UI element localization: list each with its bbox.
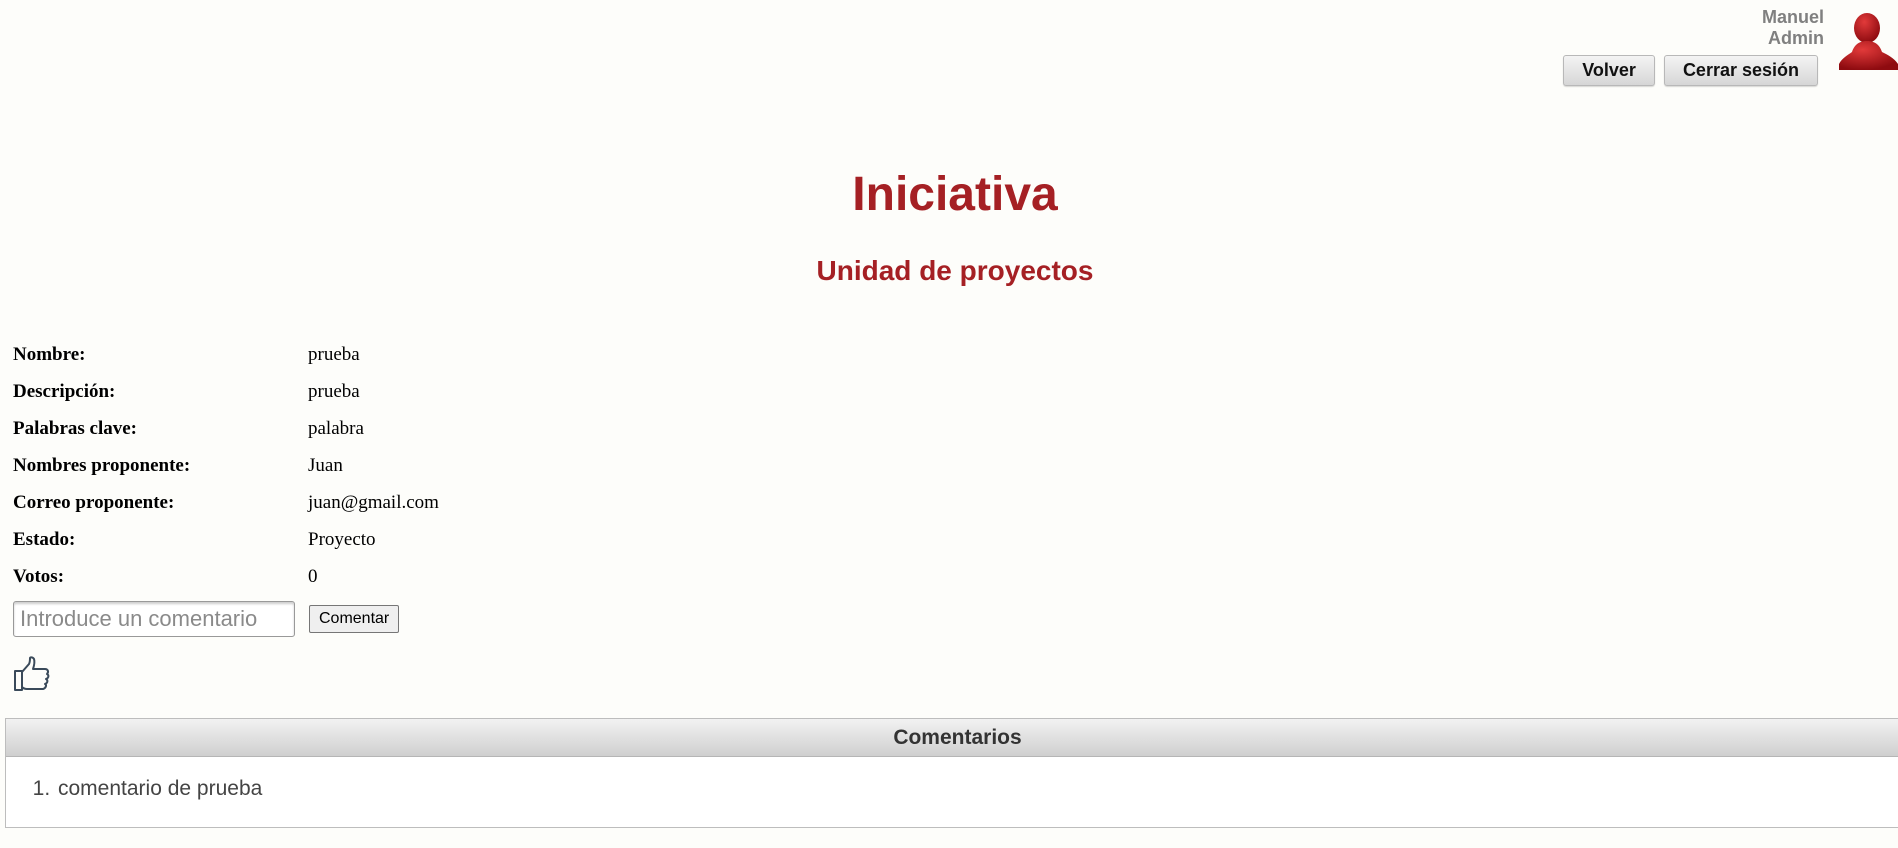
detail-row-correo-proponente: Correo proponente: juan@gmail.com bbox=[13, 484, 439, 521]
detail-value: Juan bbox=[308, 454, 343, 476]
detail-row-palabras-clave: Palabras clave: palabra bbox=[13, 410, 439, 447]
detail-value: palabra bbox=[308, 417, 364, 439]
detail-row-nombre: Nombre: prueba bbox=[13, 336, 439, 373]
detail-label: Estado: bbox=[13, 528, 76, 550]
comment-item: comentario de prueba bbox=[56, 777, 1898, 801]
page-title: Iniciativa bbox=[852, 168, 1058, 221]
page-subtitle: Unidad de proyectos bbox=[816, 255, 1094, 286]
detail-label: Nombres proponente: bbox=[13, 454, 191, 476]
user-role: Admin bbox=[1768, 28, 1824, 48]
user-first-name: Manuel bbox=[1761, 7, 1824, 27]
detail-label: Correo proponente: bbox=[13, 491, 175, 513]
detail-label: Palabras clave: bbox=[13, 417, 138, 439]
like-button[interactable] bbox=[13, 656, 51, 692]
comments-list: comentario de prueba bbox=[6, 757, 1898, 801]
logout-button[interactable]: Cerrar sesión bbox=[1663, 55, 1818, 86]
detail-row-votos: Votos: 0 bbox=[13, 558, 439, 595]
avatar bbox=[1836, 8, 1898, 70]
user-info: Manuel Admin bbox=[1762, 7, 1824, 49]
comment-input[interactable] bbox=[13, 601, 295, 637]
thumbs-up-icon bbox=[14, 656, 50, 691]
detail-label: Descripción: bbox=[13, 380, 116, 402]
detail-value: prueba bbox=[308, 343, 360, 365]
detail-value: juan@gmail.com bbox=[308, 491, 439, 513]
comments-header: Comentarios bbox=[6, 719, 1898, 757]
comment-form: Comentar bbox=[13, 601, 400, 637]
detail-label: Nombre: bbox=[13, 343, 86, 365]
detail-row-nombres-proponente: Nombres proponente: Juan bbox=[13, 447, 439, 484]
detail-value: prueba bbox=[308, 380, 360, 402]
detail-row-descripcion: Descripción: prueba bbox=[13, 373, 439, 410]
detail-value: Proyecto bbox=[308, 528, 376, 550]
comments-panel: Comentarios comentario de prueba bbox=[5, 718, 1898, 828]
initiative-details: Nombre: prueba Descripción: prueba Palab… bbox=[13, 336, 439, 595]
page: Manuel Admin Volver Cerrar sesión Inicia… bbox=[0, 0, 1898, 848]
header-actions: Volver Cerrar sesión bbox=[1563, 55, 1818, 86]
user-avatar-icon bbox=[1839, 13, 1898, 70]
comment-submit-button[interactable]: Comentar bbox=[309, 605, 400, 633]
detail-label: Votos: bbox=[13, 565, 65, 587]
detail-value: 0 bbox=[308, 565, 318, 587]
detail-row-estado: Estado: Proyecto bbox=[13, 521, 439, 558]
back-button[interactable]: Volver bbox=[1563, 55, 1655, 86]
